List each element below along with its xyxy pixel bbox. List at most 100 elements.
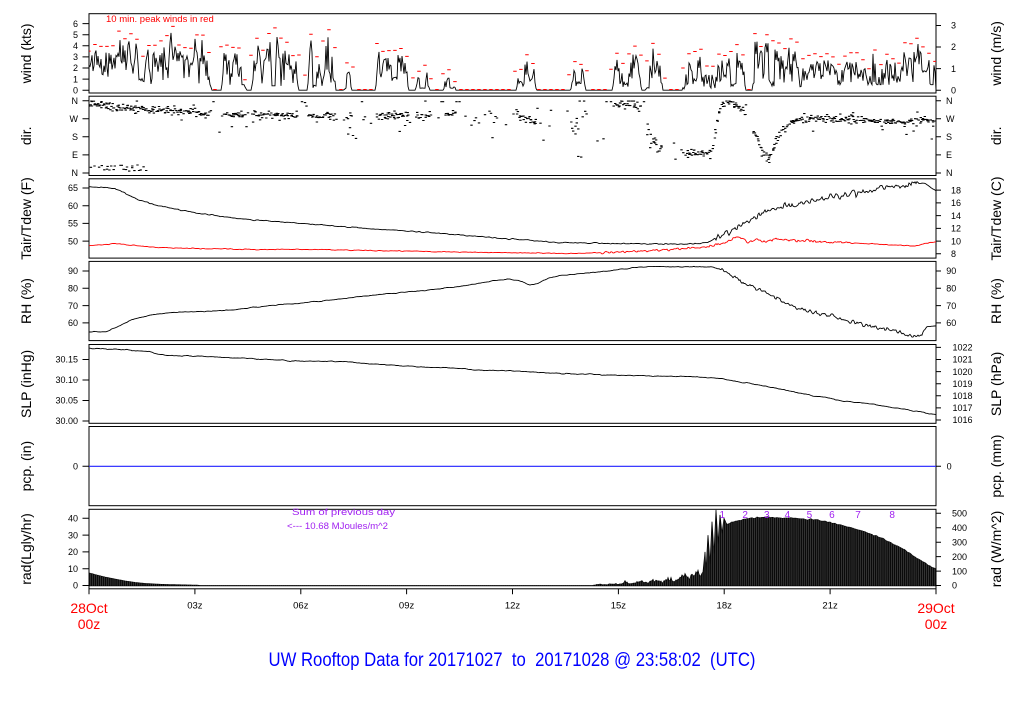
svg-text:0: 0 [73,462,78,472]
svg-text:06z: 06z [293,601,309,612]
svg-text:<--- 10.68 MJoules/m^2: <--- 10.68 MJoules/m^2 [287,521,388,531]
svg-text:12z: 12z [505,601,521,612]
svg-text:30: 30 [68,530,78,540]
svg-text:E: E [946,150,952,160]
svg-text:wind (kts): wind (kts) [18,23,34,84]
svg-text:1: 1 [720,510,726,521]
svg-text:7: 7 [855,510,861,521]
svg-text:80: 80 [946,284,956,294]
svg-text:N: N [72,168,79,178]
svg-text:UW Rooftop Data for 20171027: UW Rooftop Data for 20171027 to 20171028… [269,650,756,671]
svg-text:3: 3 [764,510,770,521]
svg-text:30.05: 30.05 [55,396,78,406]
svg-text:0: 0 [947,462,952,472]
svg-text:dir.: dir. [18,126,34,145]
svg-text:4: 4 [73,41,78,51]
svg-text:S: S [72,132,78,142]
svg-text:5: 5 [807,510,813,521]
svg-text:40: 40 [68,514,78,524]
svg-text:wind (m/s): wind (m/s) [988,21,1004,87]
svg-text:29Oct: 29Oct [917,600,954,616]
svg-text:10 min. peak winds in red: 10 min. peak winds in red [106,14,214,25]
svg-text:18: 18 [951,185,961,195]
svg-text:16: 16 [951,198,961,208]
svg-text:65: 65 [68,183,78,193]
svg-text:10: 10 [68,564,78,574]
svg-text:400: 400 [952,523,967,533]
svg-text:70: 70 [68,301,78,311]
svg-text:1: 1 [951,64,956,74]
svg-text:1022: 1022 [953,343,973,353]
svg-text:N: N [946,168,953,178]
svg-text:14: 14 [951,211,961,221]
svg-text:10: 10 [951,236,961,246]
svg-text:60: 60 [68,201,78,211]
svg-text:E: E [72,150,78,160]
svg-text:SLP (hPa): SLP (hPa) [988,352,1004,416]
svg-text:1021: 1021 [953,355,973,365]
svg-text:1019: 1019 [953,379,973,389]
svg-text:100: 100 [952,566,967,576]
svg-text:SLP (inHg): SLP (inHg) [18,350,34,418]
svg-text:300: 300 [952,537,967,547]
svg-text:1016: 1016 [953,415,973,425]
svg-text:00z: 00z [925,616,948,632]
svg-text:00z: 00z [78,616,101,632]
svg-text:20: 20 [68,547,78,557]
svg-text:50: 50 [68,236,78,246]
svg-text:70: 70 [946,301,956,311]
svg-text:Sum of previous day: Sum of previous day [292,507,396,517]
svg-text:15z: 15z [611,601,627,612]
svg-text:60: 60 [68,318,78,328]
svg-text:90: 90 [946,266,956,276]
svg-text:80: 80 [68,284,78,294]
svg-text:2: 2 [73,63,78,73]
svg-text:0: 0 [73,581,78,591]
svg-text:03z: 03z [187,601,203,612]
svg-text:pcp. (mm): pcp. (mm) [988,435,1004,498]
svg-text:S: S [946,132,952,142]
svg-text:30.15: 30.15 [55,355,78,365]
svg-text:Tair/Tdew (F): Tair/Tdew (F) [18,177,34,259]
svg-text:1017: 1017 [953,403,973,413]
svg-text:Tair/Tdew (C): Tair/Tdew (C) [988,176,1004,260]
svg-text:0: 0 [952,581,957,591]
svg-text:3: 3 [951,21,956,31]
svg-text:rad(Lgly/hr): rad(Lgly/hr) [18,513,34,585]
svg-text:21z: 21z [822,601,838,612]
svg-text:pcp. (in): pcp. (in) [18,441,34,492]
svg-text:N: N [946,96,953,106]
svg-text:1: 1 [73,74,78,84]
svg-text:rad (W/m^2): rad (W/m^2) [988,511,1004,588]
svg-text:W: W [946,114,955,124]
svg-text:200: 200 [952,552,967,562]
svg-text:18z: 18z [717,601,733,612]
svg-text:dir.: dir. [988,126,1004,145]
svg-text:1020: 1020 [953,367,973,377]
svg-text:1018: 1018 [953,391,973,401]
svg-text:6: 6 [829,510,835,521]
svg-text:500: 500 [952,509,967,519]
svg-text:N: N [72,96,79,106]
svg-text:3: 3 [73,52,78,62]
svg-text:0: 0 [73,85,78,95]
svg-text:90: 90 [68,266,78,276]
svg-text:2: 2 [951,42,956,52]
svg-text:RH (%): RH (%) [988,278,1004,324]
svg-text:55: 55 [68,219,78,229]
svg-text:W: W [70,114,79,124]
svg-text:6: 6 [73,19,78,29]
svg-text:8: 8 [889,510,895,521]
svg-text:28Oct: 28Oct [70,600,107,616]
svg-text:RH (%): RH (%) [18,278,34,324]
svg-text:5: 5 [73,30,78,40]
svg-text:4: 4 [785,510,791,521]
svg-text:12: 12 [951,224,961,234]
svg-text:09z: 09z [399,601,415,612]
svg-text:0: 0 [951,85,956,95]
svg-text:2: 2 [742,510,748,521]
svg-text:30.00: 30.00 [55,416,78,426]
svg-text:30.10: 30.10 [55,375,78,385]
svg-text:60: 60 [946,318,956,328]
svg-text:8: 8 [951,249,956,259]
